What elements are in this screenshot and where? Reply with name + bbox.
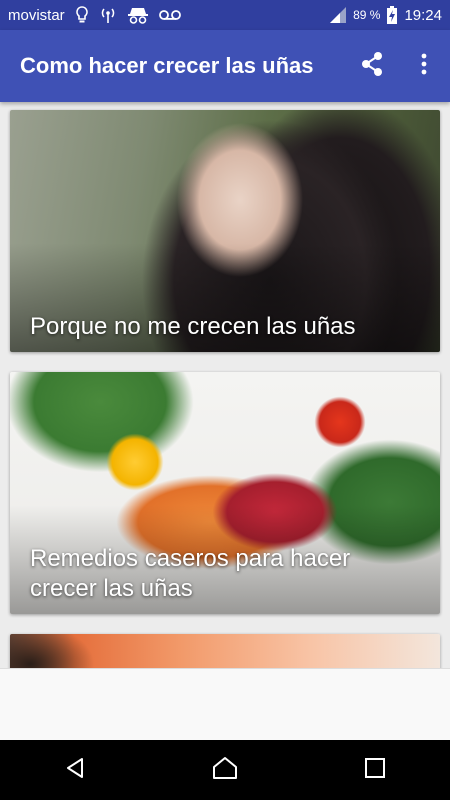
- voicemail-icon: [158, 9, 181, 21]
- ad-banner-area: [0, 668, 450, 741]
- home-button[interactable]: [185, 740, 265, 800]
- bulb-icon: [75, 6, 89, 24]
- app-actions: [346, 38, 450, 94]
- card-title: Remedios caseros para hacer crecer las u…: [30, 545, 351, 602]
- back-icon: [63, 756, 87, 785]
- recents-button[interactable]: [335, 740, 415, 800]
- hotspot-icon: [99, 6, 117, 24]
- home-icon: [212, 756, 238, 785]
- status-bar: movistar 89 % 19:24: [0, 0, 450, 30]
- share-button[interactable]: [346, 38, 398, 94]
- clock: 19:24: [404, 6, 442, 24]
- article-card[interactable]: [10, 634, 440, 668]
- carrier-label: movistar: [8, 6, 65, 24]
- article-card[interactable]: Porque no me crecen las uñas: [10, 110, 440, 352]
- battery-charging-icon: [386, 5, 398, 25]
- article-card[interactable]: Remedios caseros para hacer crecer las u…: [10, 372, 440, 614]
- status-right: 89 % 19:24: [329, 5, 450, 25]
- signal-icon: [329, 6, 347, 24]
- navigation-bar: [0, 740, 450, 800]
- app-bar: Como hacer crecer las uñas: [0, 30, 450, 102]
- card-image: [10, 634, 440, 668]
- share-icon: [360, 51, 384, 82]
- back-button[interactable]: [35, 740, 115, 800]
- incognito-icon: [127, 6, 149, 24]
- recents-icon: [364, 757, 386, 784]
- article-list: Porque no me crecen las uñas Remedios ca…: [0, 102, 450, 668]
- battery-percent: 89 %: [353, 8, 381, 22]
- status-left: movistar: [0, 6, 181, 24]
- app-title: Como hacer crecer las uñas: [20, 53, 314, 78]
- card-title: Porque no me crecen las uñas: [30, 313, 356, 340]
- more-options-button[interactable]: [398, 38, 450, 94]
- more-vert-icon: [421, 53, 427, 80]
